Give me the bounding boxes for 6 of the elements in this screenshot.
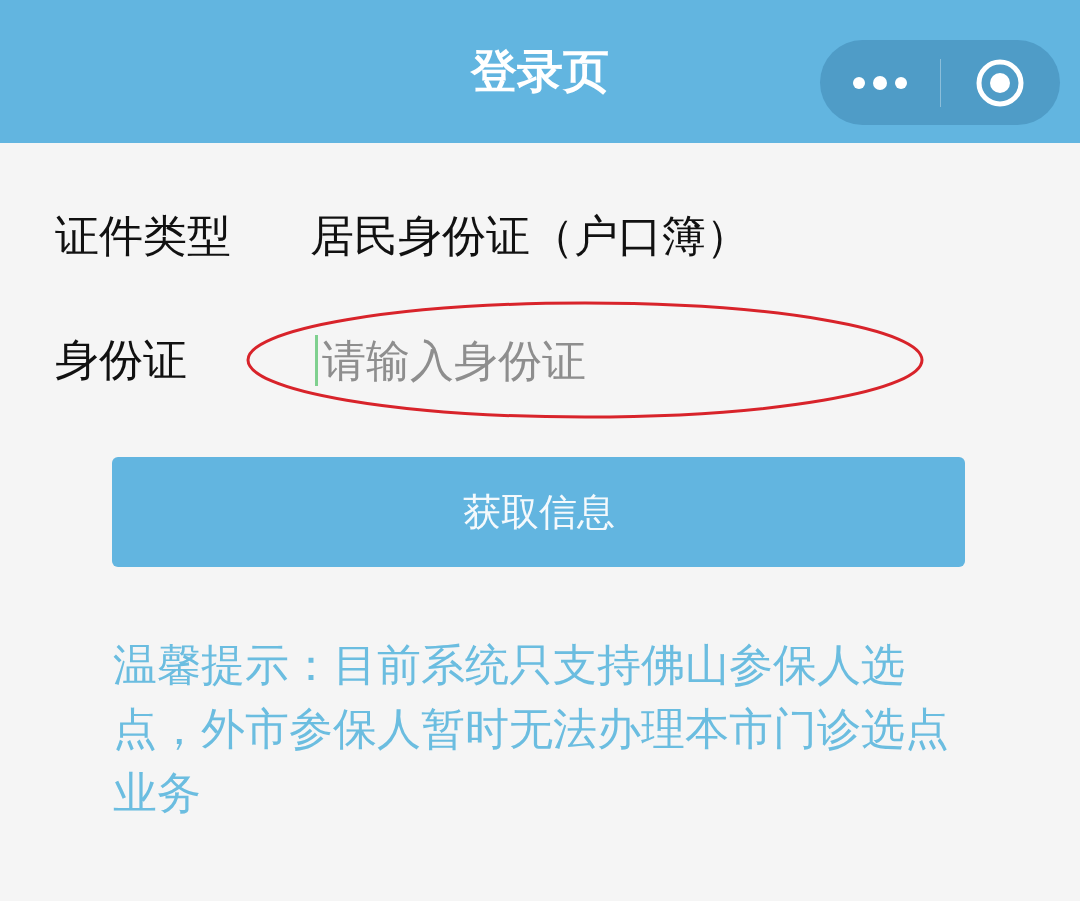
page-title: 登录页 bbox=[471, 42, 609, 100]
field-value: 居民身份证（户口簿） bbox=[310, 208, 750, 263]
field-label: 证件类型 bbox=[55, 208, 232, 263]
notice-text: 温馨提示：目前系统只支持佛山参保人选点，外市参保人暂时无法办理本市门诊选点业务 bbox=[113, 638, 950, 820]
get-info-button[interactable]: 获取信息 bbox=[112, 457, 965, 567]
field-label: 身份证 bbox=[55, 332, 188, 387]
